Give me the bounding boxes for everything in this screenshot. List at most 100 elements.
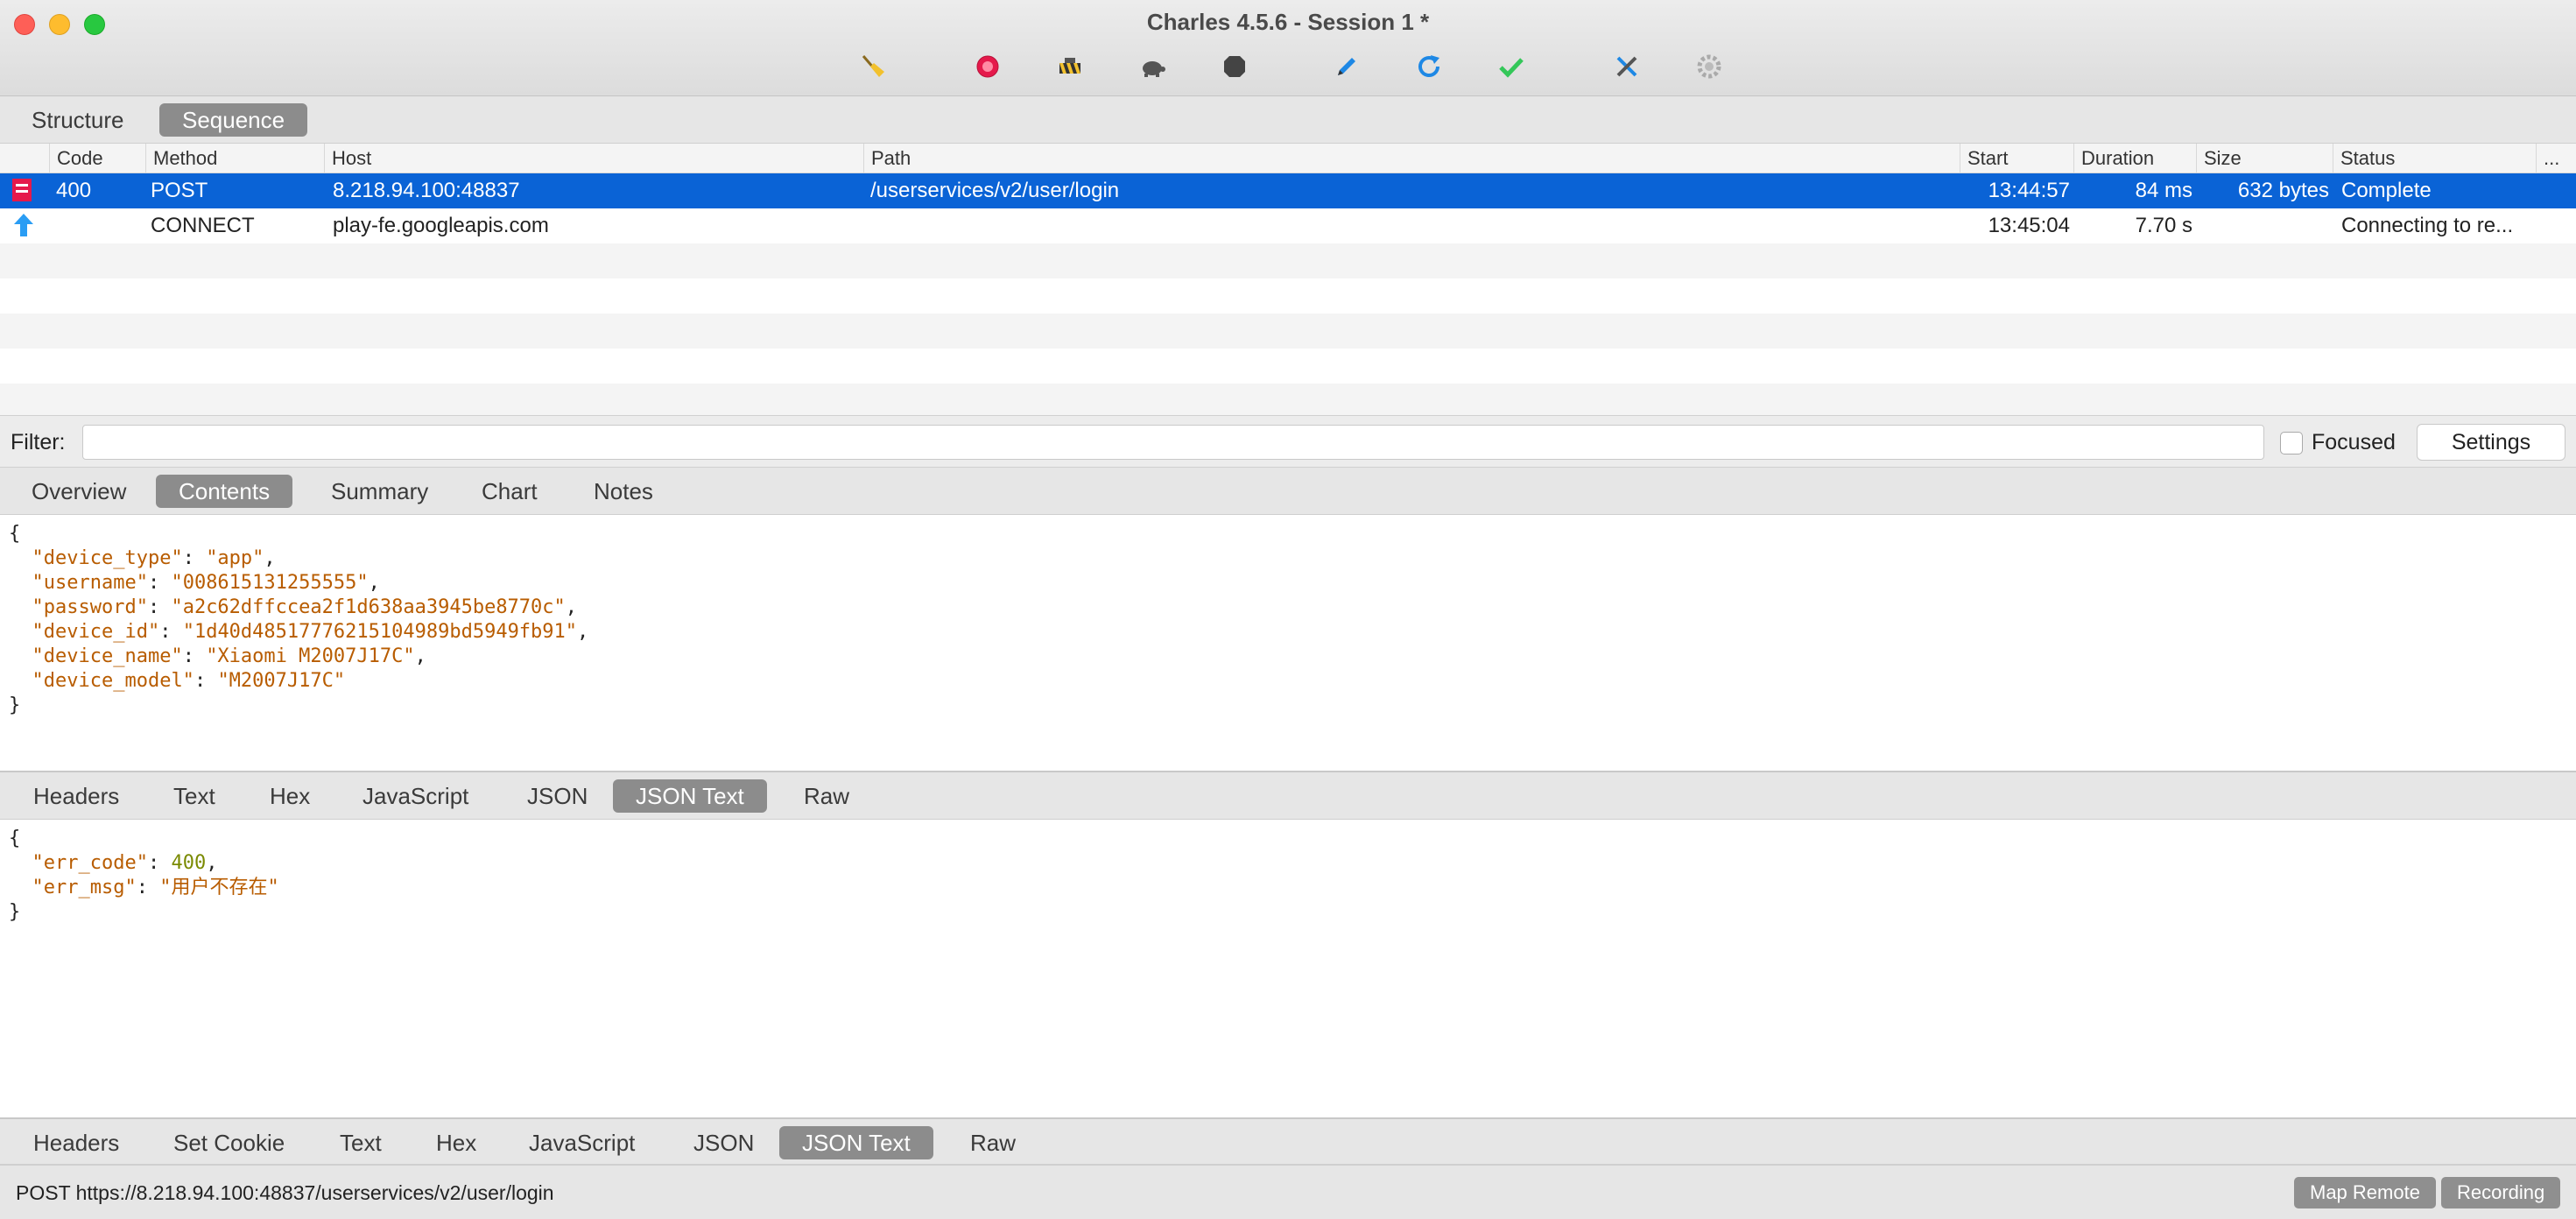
json-value: 400 bbox=[171, 852, 207, 874]
status-bar: POST https://8.218.94.100:48837/userserv… bbox=[0, 1165, 2576, 1219]
row-size: 632 bytes bbox=[2237, 179, 2329, 202]
json-key: "device_id" bbox=[32, 621, 160, 643]
tab-overview[interactable]: Overview bbox=[9, 475, 149, 508]
json-key: "device_type" bbox=[32, 547, 183, 569]
response-tabs: Headers Set Cookie Text Hex JavaScript J… bbox=[0, 1119, 2576, 1165]
tab-response-set-cookie[interactable]: Set Cookie bbox=[151, 1126, 307, 1159]
focused-checkbox[interactable] bbox=[2280, 432, 2303, 454]
empty-row bbox=[0, 384, 2576, 415]
tab-response-json-text[interactable]: JSON Text bbox=[779, 1126, 933, 1159]
tab-response-json[interactable]: JSON bbox=[671, 1126, 777, 1159]
row-start: 13:45:04 bbox=[1988, 214, 2070, 237]
row-code bbox=[56, 208, 144, 243]
row-path bbox=[870, 208, 1947, 243]
row-duration: 7.70 s bbox=[2135, 214, 2192, 237]
column-path[interactable]: Path bbox=[863, 144, 1963, 173]
tab-response-raw[interactable]: Raw bbox=[947, 1126, 1038, 1159]
row-path: /userservices/v2/user/login bbox=[870, 179, 1120, 202]
json-key: "device_name" bbox=[32, 645, 183, 667]
tab-summary[interactable]: Summary bbox=[308, 475, 451, 508]
tab-response-javascript[interactable]: JavaScript bbox=[506, 1126, 658, 1159]
row-size bbox=[2196, 208, 2329, 243]
tab-request-text[interactable]: Text bbox=[151, 779, 238, 813]
turtle-icon[interactable] bbox=[1137, 51, 1168, 82]
tab-response-hex[interactable]: Hex bbox=[413, 1126, 499, 1159]
column-duration[interactable]: Duration bbox=[2073, 144, 2198, 173]
row-status: Complete bbox=[2341, 179, 2432, 202]
tab-chart[interactable]: Chart bbox=[459, 475, 560, 508]
error-request-icon bbox=[11, 177, 37, 205]
json-value: "用户不存在" bbox=[159, 877, 279, 898]
record-icon[interactable] bbox=[972, 51, 1003, 82]
table-header: Code Method Host Path Start Duration Siz… bbox=[0, 144, 2576, 173]
response-body[interactable]: { "err_code": 400, "err_msg": "用户不存在" } bbox=[0, 820, 2576, 1117]
row-duration: 84 ms bbox=[2135, 179, 2192, 202]
table-row[interactable]: CONNECT play-fe.googleapis.com 13:45:04 … bbox=[0, 208, 2576, 243]
stop-icon[interactable] bbox=[1219, 51, 1250, 82]
json-key: "err_code" bbox=[32, 852, 148, 874]
gear-icon[interactable] bbox=[1693, 51, 1725, 82]
json-key: "username" bbox=[32, 572, 148, 594]
refresh-icon[interactable] bbox=[1413, 51, 1445, 82]
request-body[interactable]: { "device_type": "app", "username": "008… bbox=[0, 515, 2576, 769]
throttle-icon[interactable] bbox=[1054, 51, 1086, 82]
request-tabs: Headers Text Hex JavaScript JSON JSON Te… bbox=[0, 772, 2576, 820]
json-brace: { bbox=[9, 523, 21, 545]
tools-icon[interactable] bbox=[1611, 51, 1643, 82]
tab-request-json-text[interactable]: JSON Text bbox=[613, 779, 767, 813]
tab-request-javascript[interactable]: JavaScript bbox=[340, 779, 491, 813]
tab-notes[interactable]: Notes bbox=[571, 475, 676, 508]
filter-label: Filter: bbox=[11, 430, 66, 454]
tab-sequence[interactable]: Sequence bbox=[159, 103, 308, 137]
map-remote-button[interactable]: Map Remote bbox=[2294, 1177, 2436, 1208]
json-brace: { bbox=[9, 828, 21, 849]
tab-structure[interactable]: Structure bbox=[9, 103, 147, 137]
tab-request-json[interactable]: JSON bbox=[504, 779, 610, 813]
table-row[interactable]: 400 POST 8.218.94.100:48837 /userservice… bbox=[0, 173, 2576, 208]
json-key: "password" bbox=[32, 596, 148, 618]
broom-icon[interactable] bbox=[856, 51, 888, 82]
row-method: CONNECT bbox=[151, 214, 255, 237]
json-value: "1d40d48517776215104989bd5949fb91" bbox=[182, 621, 578, 643]
recording-button[interactable]: Recording bbox=[2441, 1177, 2561, 1208]
json-brace: } bbox=[9, 901, 21, 923]
empty-row bbox=[0, 243, 2576, 278]
json-key: "device_model" bbox=[32, 670, 194, 692]
empty-row bbox=[0, 314, 2576, 349]
tab-request-headers[interactable]: Headers bbox=[11, 779, 142, 813]
row-code: 400 bbox=[56, 179, 92, 202]
filter-bar: Filter: Focused Settings bbox=[0, 415, 2576, 468]
json-key: "err_msg" bbox=[32, 877, 137, 898]
column-more[interactable]: ... bbox=[2536, 144, 2576, 173]
column-start[interactable]: Start bbox=[1960, 144, 2077, 173]
row-status: Connecting to re... bbox=[2341, 214, 2514, 237]
focused-label: Focused bbox=[2312, 430, 2396, 454]
json-value: "M2007J17C" bbox=[217, 670, 346, 692]
json-value: "app" bbox=[206, 547, 264, 569]
settings-button[interactable]: Settings bbox=[2417, 424, 2565, 461]
json-value: "008615131255555" bbox=[171, 572, 369, 594]
view-tabs: Structure Sequence bbox=[0, 96, 2576, 144]
column-code[interactable]: Code bbox=[49, 144, 145, 173]
tab-response-headers[interactable]: Headers bbox=[11, 1126, 142, 1159]
column-size[interactable]: Size bbox=[2196, 144, 2333, 173]
tab-request-hex[interactable]: Hex bbox=[247, 779, 333, 813]
column-host[interactable]: Host bbox=[324, 144, 867, 173]
tab-response-text[interactable]: Text bbox=[317, 1126, 405, 1159]
check-icon[interactable] bbox=[1496, 51, 1527, 82]
detail-tabs: Overview Contents Summary Chart Notes bbox=[0, 468, 2576, 515]
row-start: 13:44:57 bbox=[1988, 179, 2070, 202]
json-brace: } bbox=[9, 694, 21, 716]
window-title: Charles 4.5.6 - Session 1 * bbox=[1146, 9, 1430, 35]
column-method[interactable]: Method bbox=[145, 144, 331, 173]
title-bar: Charles 4.5.6 - Session 1 * bbox=[0, 0, 2576, 96]
tab-contents[interactable]: Contents bbox=[156, 475, 293, 508]
empty-row bbox=[0, 278, 2576, 314]
column-status[interactable]: Status bbox=[2333, 144, 2536, 173]
pen-icon[interactable] bbox=[1331, 51, 1362, 82]
filter-input[interactable] bbox=[82, 425, 2264, 460]
row-host: 8.218.94.100:48837 bbox=[333, 179, 520, 202]
row-method: POST bbox=[151, 179, 208, 202]
tab-request-raw[interactable]: Raw bbox=[781, 779, 872, 813]
status-url: POST https://8.218.94.100:48837/userserv… bbox=[16, 1181, 554, 1204]
